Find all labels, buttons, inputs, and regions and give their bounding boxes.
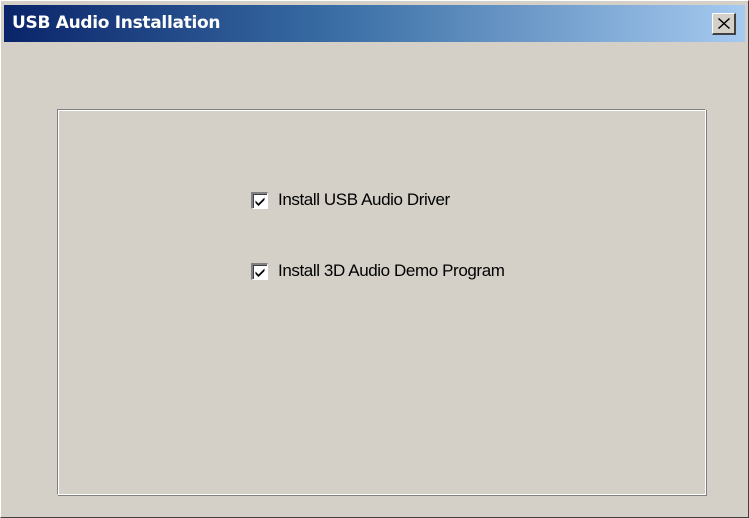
options-group-panel [57, 109, 706, 495]
checkmark-icon [255, 268, 265, 277]
checkmark-icon [255, 197, 265, 206]
checkbox-install-usb-audio-driver[interactable] [251, 191, 268, 209]
installer-window: USB Audio Installation Install USB Audio… [0, 0, 749, 518]
option-install-3d-audio-demo[interactable]: Install 3D Audio Demo Program [251, 261, 505, 281]
option-label: Install USB Audio Driver [278, 190, 450, 209]
checkbox-install-3d-audio-demo[interactable] [251, 262, 268, 280]
window-title: USB Audio Installation [12, 13, 221, 33]
option-install-usb-audio-driver[interactable]: Install USB Audio Driver [251, 190, 450, 210]
close-icon [718, 18, 730, 29]
close-button[interactable] [712, 13, 736, 35]
option-label: Install 3D Audio Demo Program [278, 261, 505, 280]
title-bar[interactable]: USB Audio Installation [4, 5, 745, 42]
